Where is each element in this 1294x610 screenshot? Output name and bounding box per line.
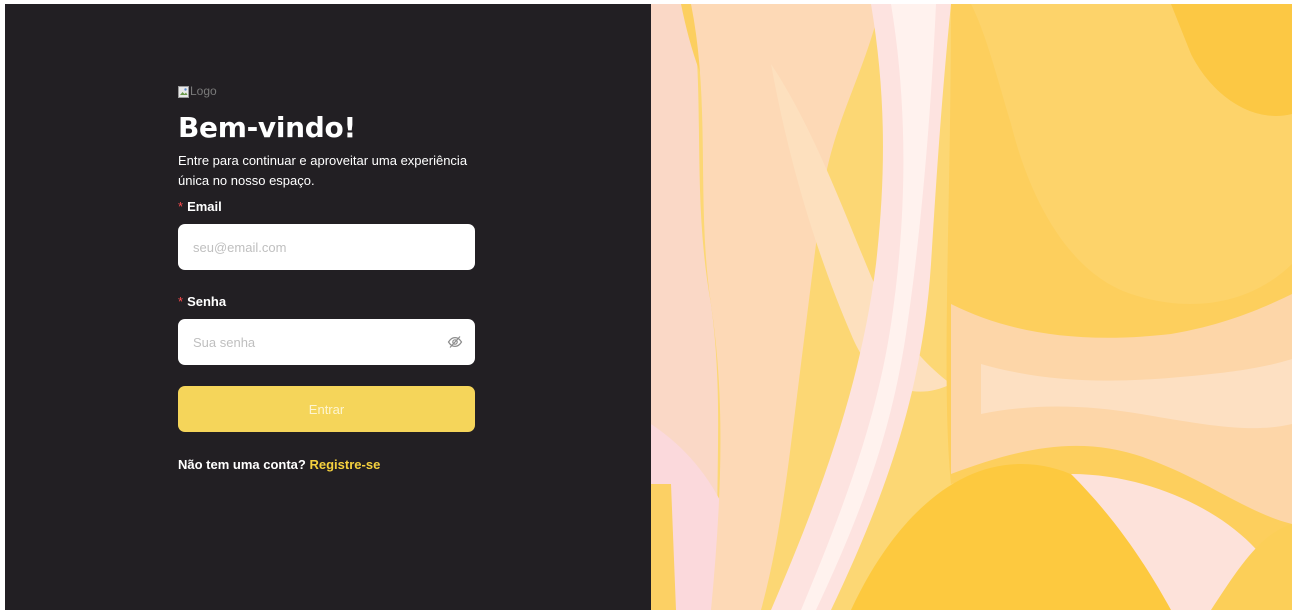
email-input-wrapper (178, 224, 475, 270)
logo: Logo (178, 82, 475, 98)
password-label-text: Senha (187, 294, 227, 309)
login-button[interactable]: Entrar (178, 386, 475, 432)
logo-alt-text: Logo (190, 84, 217, 98)
password-label: * Senha (178, 294, 475, 310)
email-field[interactable] (191, 238, 463, 256)
email-label: * Email (178, 199, 475, 215)
login-form: Logo Bem-vindo! Entre para continuar e a… (178, 82, 475, 472)
decorative-background (651, 4, 1292, 610)
page-title: Bem-vindo! (178, 111, 356, 144)
eye-invisible-icon[interactable] (447, 334, 463, 350)
abstract-pattern-image (651, 4, 1292, 610)
page-subtitle: Entre para continuar e aproveitar uma ex… (178, 153, 468, 188)
email-label-text: Email (187, 199, 222, 214)
password-input-wrapper (178, 319, 475, 365)
register-prompt: Não tem uma conta? (178, 457, 306, 472)
login-page: Logo Bem-vindo! Entre para continuar e a… (5, 4, 1292, 610)
login-panel: Logo Bem-vindo! Entre para continuar e a… (5, 4, 651, 610)
register-link[interactable]: Registre-se (309, 457, 380, 472)
required-mark: * (178, 294, 184, 309)
register-row: Não tem uma conta? Registre-se (178, 457, 475, 472)
broken-image-icon (178, 86, 189, 98)
required-mark: * (178, 199, 184, 214)
password-field[interactable] (191, 333, 447, 351)
